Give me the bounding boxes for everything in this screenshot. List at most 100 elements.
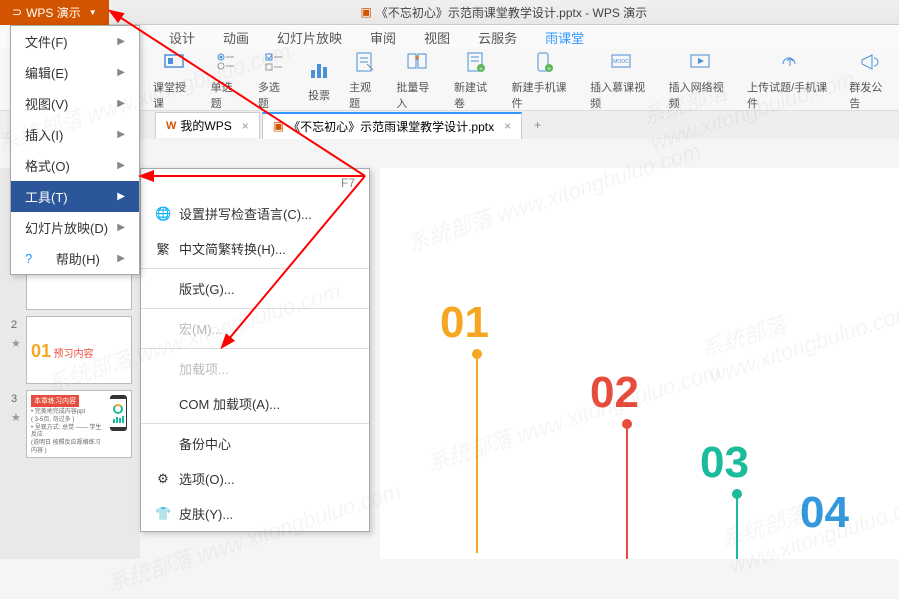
subjective-icon: [351, 48, 379, 76]
skin-icon: 👕: [155, 506, 171, 522]
btn-announce[interactable]: 群发公告: [849, 48, 891, 111]
slide-index: 3: [11, 393, 17, 405]
menu-slideshow[interactable]: 幻灯片放映(D)▶: [11, 212, 139, 243]
tab-label: 《不忘初心》示范雨课堂教学设计.pptx: [288, 118, 494, 135]
menu-edit[interactable]: 编辑(E)▶: [11, 57, 139, 88]
chevron-right-icon: ▶: [117, 36, 125, 47]
globe-icon: 🌐: [155, 206, 171, 222]
title-bar: ⊃ WPS 演示 ▼ ▣ 《不忘初心》示范雨课堂教学设计.pptx - WPS …: [0, 0, 899, 25]
sub-spellcheck-first[interactable]: 拼写检查(S)...F7: [141, 169, 369, 196]
sub-addin: 加载项...: [141, 351, 369, 386]
btn-mooc[interactable]: MOOC插入慕课视频: [590, 48, 652, 111]
btn-single[interactable]: 单选题: [211, 48, 242, 111]
sub-spell-lang[interactable]: 🌐设置拼写检查语言(C)...: [141, 196, 369, 231]
chevron-right-icon: ▶: [117, 191, 125, 202]
btn-newmobile[interactable]: +新建手机课件: [512, 48, 574, 111]
close-icon[interactable]: ×: [504, 119, 511, 133]
tab-mywps[interactable]: W 我的WPS ×: [155, 112, 260, 138]
menu-view[interactable]: 视图: [410, 28, 464, 47]
menu-insert[interactable]: 插入(I)▶: [11, 119, 139, 150]
window-title: ▣ 《不忘初心》示范雨课堂教学设计.pptx - WPS 演示: [109, 4, 899, 21]
btn-multi[interactable]: 多选题: [258, 48, 289, 111]
tab-document[interactable]: ▣ 《不忘初心》示范雨课堂教学设计.pptx ×: [262, 112, 522, 139]
phone-illustration: [110, 395, 127, 431]
btn-batch[interactable]: 批量导入: [396, 48, 438, 111]
teach-icon: [160, 48, 188, 76]
wps-icon: W: [166, 120, 176, 132]
svg-text:+: +: [547, 67, 551, 73]
chevron-down-icon: ▼: [89, 8, 97, 17]
brand-label: WPS 演示: [26, 4, 81, 21]
menu-design[interactable]: 设计: [155, 28, 209, 47]
menu-rainclass[interactable]: 雨课堂: [531, 28, 598, 47]
new-mobile-icon: +: [529, 48, 557, 76]
shortcut-label: F7: [341, 176, 355, 190]
menu-file[interactable]: 文件(F)▶: [11, 26, 139, 57]
presentation-icon: ▣: [273, 119, 284, 133]
chevron-right-icon: ▶: [117, 98, 125, 109]
chevron-right-icon: ▶: [117, 160, 125, 171]
canvas-num-3: 03: [700, 438, 749, 488]
convert-icon: 繁: [155, 239, 171, 258]
menu-review[interactable]: 审阅: [356, 28, 410, 47]
tab-label: 我的WPS: [180, 117, 231, 134]
sub-com-addin[interactable]: COM 加载项(A)...: [141, 386, 369, 421]
slide-thumb-2[interactable]: 2 ★ 01 预习内容: [26, 316, 132, 384]
brand-icon: ⊃: [12, 5, 22, 19]
doc-title: 《不忘初心》示范雨课堂教学设计.pptx - WPS 演示: [376, 4, 647, 21]
presentation-icon: ▣: [360, 5, 371, 19]
main-menu-dropdown: 文件(F)▶ 编辑(E)▶ 视图(V)▶ 插入(I)▶ 格式(O)▶ 工具(T)…: [10, 25, 140, 275]
separator: [141, 268, 369, 269]
separator: [141, 308, 369, 309]
separator: [141, 348, 369, 349]
chevron-right-icon: ▶: [117, 222, 125, 233]
btn-teach[interactable]: 课堂授课: [153, 48, 195, 111]
menu-format[interactable]: 格式(O)▶: [11, 150, 139, 181]
sub-skin[interactable]: 👕皮肤(Y)...: [141, 496, 369, 531]
slide-canvas[interactable]: 01 02 03 04: [380, 168, 899, 559]
star-icon: ★: [11, 411, 21, 424]
canvas-num-2: 02: [590, 368, 639, 418]
sub-backup[interactable]: 备份中心: [141, 426, 369, 461]
menu-help[interactable]: ?帮助(H)▶: [11, 243, 139, 274]
menu-cloud[interactable]: 云服务: [464, 28, 531, 47]
chevron-right-icon: ▶: [117, 67, 125, 78]
wps-brand-button[interactable]: ⊃ WPS 演示 ▼: [0, 0, 109, 25]
star-icon: ★: [11, 337, 21, 350]
new-tab-button[interactable]: +: [524, 114, 551, 136]
single-choice-icon: [212, 48, 240, 76]
btn-upload[interactable]: 上传试题/手机课件: [747, 48, 833, 111]
tools-submenu: 拼写检查(S)...F7 🌐设置拼写检查语言(C)... 繁中文简繁转换(H).…: [140, 168, 370, 532]
sub-macro: 宏(M)...: [141, 311, 369, 346]
vote-icon: [305, 56, 333, 84]
btn-newexam[interactable]: +新建试卷: [454, 48, 496, 111]
slide-index: 2: [11, 319, 17, 331]
gear-icon: ⚙: [155, 471, 171, 487]
chevron-right-icon: ▶: [117, 129, 125, 140]
separator: [141, 423, 369, 424]
multi-choice-icon: [260, 48, 288, 76]
batch-import-icon: [403, 48, 431, 76]
btn-webvideo[interactable]: 插入网络视频: [669, 48, 731, 111]
web-video-icon: [686, 48, 714, 76]
sub-options[interactable]: ⚙选项(O)...: [141, 461, 369, 496]
upload-icon: [776, 48, 804, 76]
canvas-num-4: 04: [800, 488, 849, 538]
btn-subjective[interactable]: 主观题: [349, 48, 380, 111]
close-icon[interactable]: ×: [242, 119, 249, 133]
svg-text:+: +: [479, 67, 483, 73]
sub-cn-convert[interactable]: 繁中文简繁转换(H)...: [141, 231, 369, 266]
btn-vote[interactable]: 投票: [305, 56, 333, 103]
svg-text:MOOC: MOOC: [614, 59, 630, 65]
chevron-right-icon: ▶: [117, 253, 125, 264]
menu-tools[interactable]: 工具(T)▶: [11, 181, 139, 212]
announce-icon: [856, 48, 884, 76]
canvas-num-1: 01: [440, 298, 489, 348]
menu-slideshow[interactable]: 幻灯片放映: [263, 28, 356, 47]
help-icon: ?: [25, 251, 32, 266]
slide-thumb-3[interactable]: 3 ★ 本章练习内容 • 完美地完成内容ppt ( 3-5页, 勿过多 ) • …: [26, 390, 132, 458]
mooc-icon: MOOC: [607, 48, 635, 76]
menu-animation[interactable]: 动画: [209, 28, 263, 47]
sub-layout[interactable]: 版式(G)...: [141, 271, 369, 306]
menu-view[interactable]: 视图(V)▶: [11, 88, 139, 119]
